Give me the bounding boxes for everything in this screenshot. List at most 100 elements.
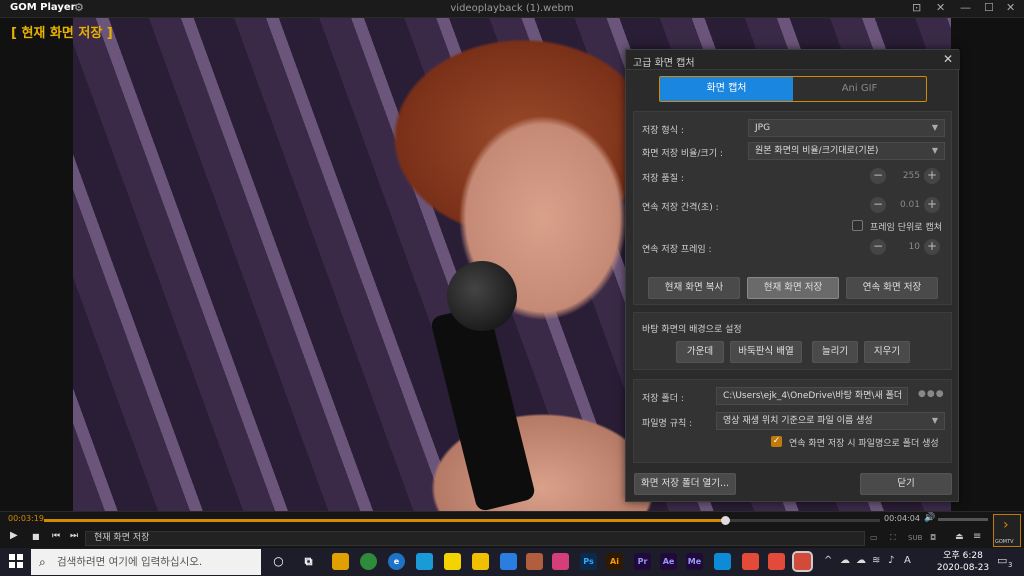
next-icon[interactable]: ⏭: [70, 531, 78, 541]
frame-unit-label: 프레임 단위로 캡쳐: [870, 223, 942, 233]
ratio-value: 원본 화면의 비율/크기대로(기본): [755, 146, 879, 156]
twitter-icon[interactable]: [416, 553, 433, 570]
seek-handle[interactable]: [721, 516, 731, 525]
plus-icon[interactable]: +: [924, 168, 940, 184]
interval-value[interactable]: 0.01: [888, 196, 920, 214]
subtitle-icon[interactable]: SUB: [908, 534, 922, 542]
stop-icon[interactable]: ■: [32, 532, 40, 541]
camera-icon[interactable]: ◘: [930, 533, 936, 542]
illustrator-icon[interactable]: Ai: [606, 553, 623, 570]
total-time: 00:04:04: [884, 514, 920, 523]
volume-tray-icon[interactable]: ♪: [888, 555, 894, 566]
window-title: videoplayback (1).webm: [450, 3, 574, 14]
subfolder-checkbox[interactable]: ✓: [771, 436, 782, 447]
wifi-icon[interactable]: ≋: [872, 555, 880, 566]
filename-rule-value: 영상 재생 위치 기준으로 파일 이름 생성: [723, 416, 873, 426]
photoshop-icon[interactable]: Ps: [580, 553, 597, 570]
dialog-close-icon[interactable]: ✕: [943, 52, 953, 66]
volume-icon[interactable]: 🔊: [924, 513, 935, 523]
frame-unit-checkbox[interactable]: [852, 220, 863, 231]
advanced-capture-dialog: 고급 화면 캡처 ✕ 화면 캡처 Ani GIF 저장 형식 : JPG ▼ 화…: [625, 49, 960, 502]
format-select[interactable]: JPG ▼: [748, 119, 945, 137]
open-folder-button[interactable]: 화면 저장 폴더 열기...: [634, 473, 736, 495]
taskbar-clock[interactable]: 오후 6:28 2020-08-23: [935, 550, 991, 574]
seek-bar[interactable]: [44, 516, 880, 525]
copy-screen-button[interactable]: 현재 화면 복사: [648, 277, 740, 299]
quality-value[interactable]: 255: [888, 167, 920, 185]
capture-icon[interactable]: ⛶: [890, 533, 896, 543]
zoom-icon[interactable]: [500, 553, 517, 570]
menu-icon[interactable]: ≡: [973, 531, 981, 542]
minus-icon[interactable]: −: [870, 168, 886, 184]
plus-icon[interactable]: +: [924, 239, 940, 255]
dialog-title-bar[interactable]: 고급 화면 캡처 ✕: [626, 50, 960, 70]
center-button[interactable]: 가운데: [676, 341, 724, 363]
play-icon[interactable]: ▶: [10, 530, 18, 541]
gom-player-taskbar-icon[interactable]: [792, 551, 813, 572]
minus-icon[interactable]: −: [870, 197, 886, 213]
app-icon[interactable]: [714, 553, 731, 570]
kakaotalk-icon[interactable]: [444, 553, 461, 570]
microphone-stand: [429, 303, 537, 511]
media-encoder-icon[interactable]: Me: [686, 553, 703, 570]
chevron-up-icon[interactable]: ^: [824, 555, 832, 566]
interval-stepper: − 0.01 +: [870, 196, 940, 214]
plus-icon[interactable]: +: [924, 197, 940, 213]
aspect-icon[interactable]: ▭: [870, 533, 878, 542]
minimize-icon[interactable]: —: [960, 1, 971, 14]
folder-panel: 저장 폴더 : C:\Users\ejk_4\OneDrive\바탕 화면\새 …: [633, 379, 952, 463]
close-window-icon[interactable]: ✕: [1006, 1, 1015, 14]
gomtv-button[interactable]: › GOMTV: [993, 514, 1021, 547]
continuous-save-button[interactable]: 연속 화면 저장: [846, 277, 938, 299]
game-icon[interactable]: [526, 553, 543, 570]
capture-tabs: 화면 캡처 Ani GIF: [659, 76, 927, 102]
tray-icon[interactable]: ☁: [840, 555, 850, 566]
chrome-icon[interactable]: [360, 553, 377, 570]
tray-icon[interactable]: ☁: [856, 555, 866, 566]
premiere-icon[interactable]: Pr: [634, 553, 651, 570]
folder-label: 저장 폴더 :: [642, 394, 684, 404]
title-bar[interactable]: GOM Player ⚙ videoplayback (1).webm ⊡ ✕ …: [0, 0, 1024, 18]
tab-ani-gif[interactable]: Ani GIF: [793, 77, 926, 101]
maximize-icon[interactable]: ☐: [984, 1, 994, 14]
sticky-notes-icon[interactable]: [472, 553, 489, 570]
tile-button[interactable]: 바둑판식 배열: [730, 341, 802, 363]
volume-slider[interactable]: [938, 518, 988, 521]
clear-button[interactable]: 지우기: [864, 341, 910, 363]
stretch-button[interactable]: 늘리기: [812, 341, 858, 363]
app-icon[interactable]: [552, 553, 569, 570]
taskbar-search-input[interactable]: ⌕ 검색하려면 여기에 입력하십시오.: [31, 549, 261, 575]
filename-rule-select[interactable]: 영상 재생 위치 기준으로 파일 이름 생성 ▼: [716, 412, 945, 430]
subfolder-label: 연속 화면 저장 시 파일명으로 폴더 생성: [789, 439, 939, 449]
clock-date: 2020-08-23: [936, 563, 990, 573]
clock-time: 오후 6:28: [943, 551, 983, 561]
ime-icon[interactable]: A: [904, 555, 911, 566]
microphone-head: [447, 261, 517, 331]
after-effects-icon[interactable]: Ae: [660, 553, 677, 570]
close-small-icon[interactable]: ✕: [936, 1, 945, 14]
search-icon: ⌕: [39, 555, 46, 569]
minus-icon[interactable]: −: [870, 239, 886, 255]
file-explorer-icon[interactable]: [332, 553, 349, 570]
browse-icon[interactable]: ●●●: [918, 389, 945, 399]
ie-icon[interactable]: e: [388, 553, 405, 570]
windows-taskbar: ⌕ 검색하려면 여기에 입력하십시오. ○ ⧉ e Ps Ai Pr Ae Me…: [0, 548, 1024, 576]
notification-icon[interactable]: ▭: [997, 554, 1007, 567]
eject-icon[interactable]: ⏏: [955, 532, 964, 542]
windows-start-icon[interactable]: [9, 554, 23, 568]
pin-icon[interactable]: ⊡: [912, 1, 921, 14]
close-button[interactable]: 닫기: [860, 473, 952, 495]
cortana-icon[interactable]: ○: [270, 553, 287, 570]
ratio-select[interactable]: 원본 화면의 비율/크기대로(기본) ▼: [748, 142, 945, 160]
app-icon[interactable]: [742, 553, 759, 570]
task-view-icon[interactable]: ⧉: [300, 553, 317, 570]
app-icon[interactable]: [768, 553, 785, 570]
save-screen-button[interactable]: 현재 화면 저장: [747, 277, 839, 299]
frames-value[interactable]: 10: [888, 238, 920, 256]
elapsed-time: 00:03:19: [8, 514, 44, 523]
folder-path-field[interactable]: C:\Users\ejk_4\OneDrive\바탕 화면\새 폴더: [716, 387, 908, 405]
tab-screen-capture[interactable]: 화면 캡처: [660, 77, 793, 101]
chevron-down-icon: ▼: [931, 146, 938, 155]
previous-icon[interactable]: ⏮: [52, 531, 60, 541]
quality-stepper: − 255 +: [870, 167, 940, 185]
